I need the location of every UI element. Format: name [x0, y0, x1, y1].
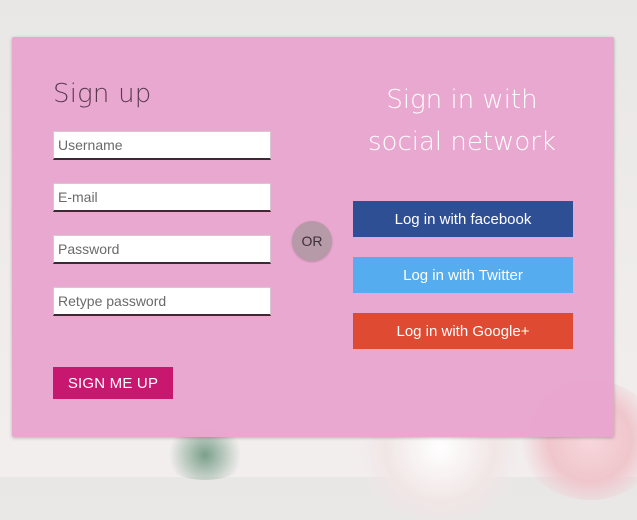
or-divider: OR	[292, 221, 332, 261]
google-login-button[interactable]: Log in with Google+	[353, 313, 573, 349]
signup-title: Sign up	[53, 79, 152, 109]
or-label: OR	[301, 233, 323, 249]
email-input[interactable]	[53, 183, 271, 212]
username-input[interactable]	[53, 131, 271, 160]
social-title: Sign in with social network	[368, 85, 556, 157]
sign-me-up-button[interactable]: SIGN ME UP	[53, 367, 173, 399]
password-input[interactable]	[53, 235, 271, 264]
twitter-login-button[interactable]: Log in with Twitter	[353, 257, 573, 293]
retype-password-input[interactable]	[53, 287, 271, 316]
background-leaf	[160, 430, 250, 480]
signup-card: Sign up SIGN ME UP OR Sign in with socia…	[12, 37, 614, 437]
facebook-login-button[interactable]: Log in with facebook	[353, 201, 573, 237]
